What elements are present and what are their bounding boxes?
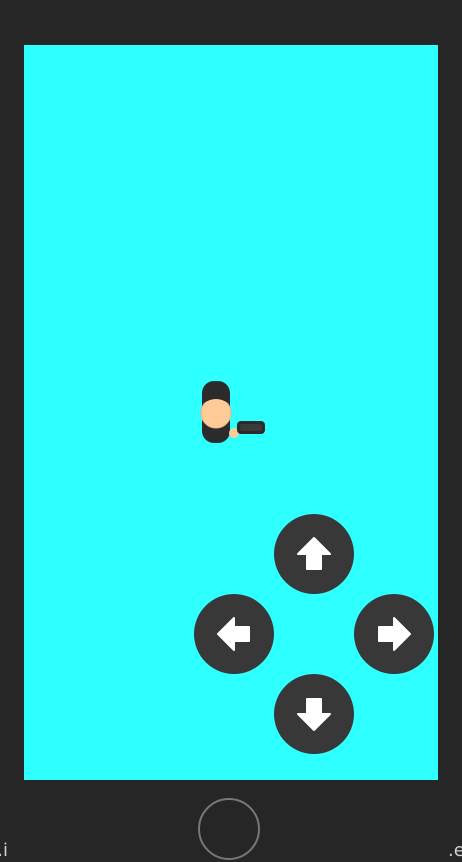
game-screen[interactable] bbox=[24, 45, 438, 780]
down-button[interactable] bbox=[274, 674, 354, 754]
arrow-up-icon bbox=[297, 537, 331, 570]
arrow-right-icon bbox=[378, 617, 411, 651]
right-button[interactable] bbox=[354, 594, 434, 674]
arrow-down-icon bbox=[297, 698, 331, 731]
up-button[interactable] bbox=[274, 514, 354, 594]
home-button-icon[interactable] bbox=[198, 798, 260, 860]
device-frame: i. .e bbox=[0, 0, 462, 862]
edge-text-left: i. bbox=[0, 840, 8, 861]
arrow-left-icon bbox=[217, 617, 250, 651]
edge-text-right: .e bbox=[448, 840, 462, 861]
player-character-icon bbox=[196, 379, 276, 449]
left-button[interactable] bbox=[194, 594, 274, 674]
